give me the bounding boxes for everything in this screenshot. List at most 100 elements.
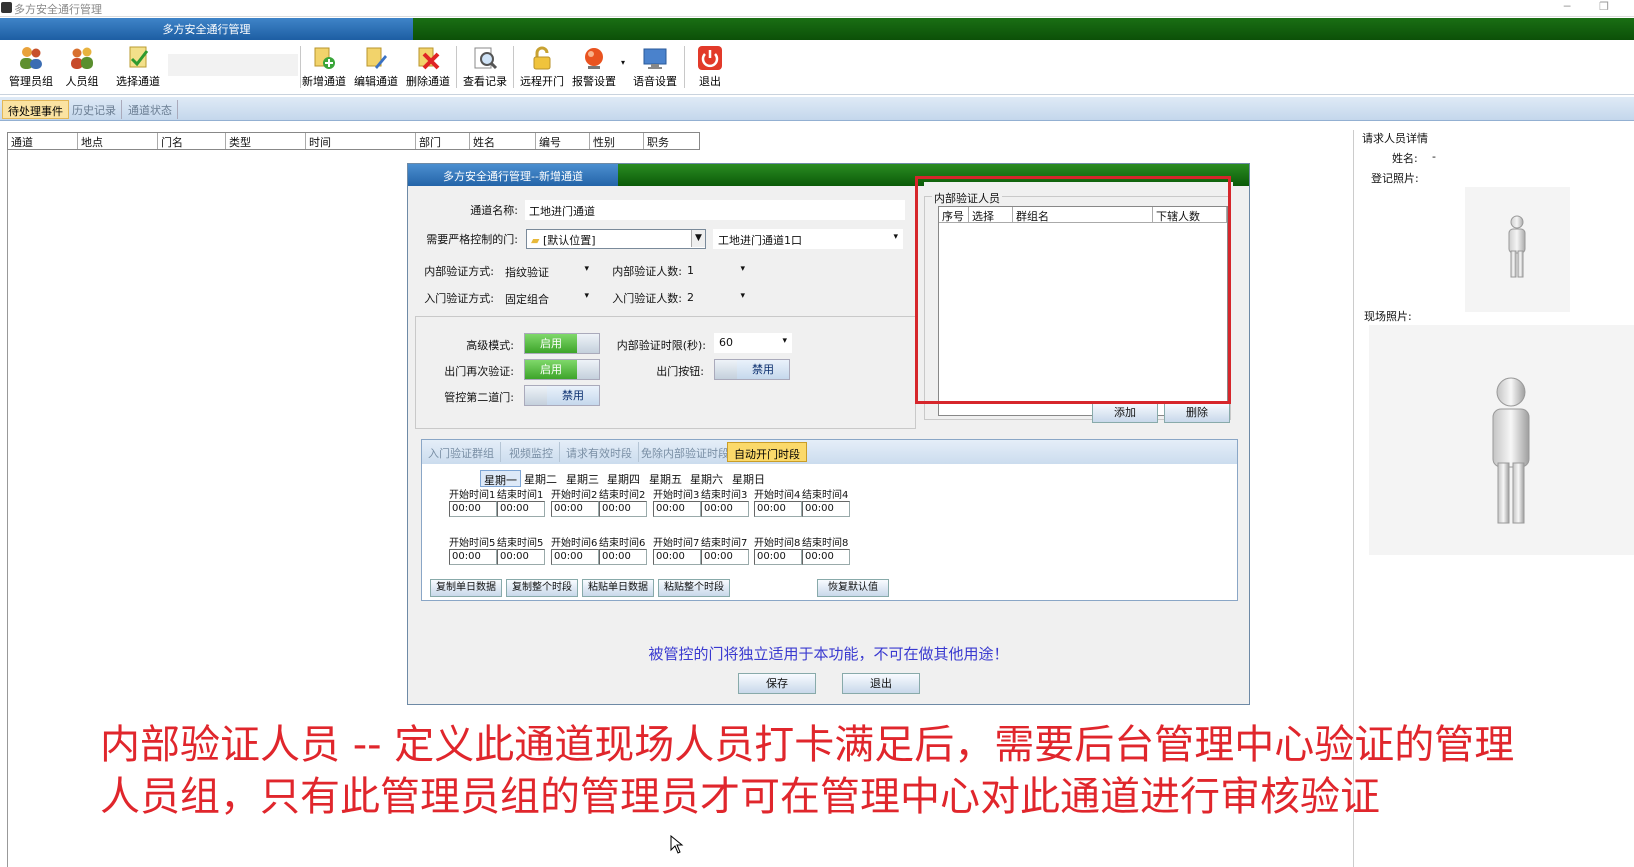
toolbar-alarm-settings-button[interactable]: 报警设置 xyxy=(567,42,621,92)
door-location-select[interactable]: ▰ [默认位置] ▼ xyxy=(526,229,706,249)
time-input[interactable]: 00:00 xyxy=(754,549,802,565)
voice-settings-icon xyxy=(643,48,667,69)
entry-method-select[interactable]: 固定组合 ▾ xyxy=(500,288,594,308)
toggle-state: 禁用 xyxy=(737,360,789,379)
delete-verifier-button[interactable]: 删除 xyxy=(1164,402,1230,423)
time-label: 结束时间1 xyxy=(497,490,544,501)
column-header[interactable]: 性别 xyxy=(590,133,644,149)
restore-icon[interactable]: ❐ xyxy=(1595,0,1613,15)
time-input[interactable]: 00:00 xyxy=(802,501,850,517)
restore-default-button[interactable]: 恢复默认值 xyxy=(817,579,889,597)
paste-day-button[interactable]: 粘贴单日数据 xyxy=(582,579,654,597)
mouse-cursor-icon xyxy=(670,835,684,854)
tab-entry-verify-groups[interactable]: 入门验证群组 xyxy=(422,442,501,462)
time-input[interactable]: 00:00 xyxy=(449,501,497,517)
paste-all-button[interactable]: 粘贴整个时段 xyxy=(658,579,730,597)
internal-timeout-select[interactable]: 60 ▾ xyxy=(714,333,792,353)
time-input[interactable]: 00:00 xyxy=(551,501,599,517)
column-header[interactable]: 职务 xyxy=(644,133,699,149)
toolbar-edit-channel-button[interactable]: 编辑通道 xyxy=(349,42,403,92)
column-header[interactable]: 编号 xyxy=(536,133,590,149)
toolbar-exit-button[interactable]: 退出 xyxy=(683,42,737,92)
day-tab[interactable]: 星期日 xyxy=(729,470,768,487)
toolbar-select-channel-button[interactable]: 选择通道 xyxy=(111,42,165,92)
time-label: 结束时间7 xyxy=(701,538,748,549)
window-title: 多方安全通行管理 xyxy=(14,3,102,16)
minimize-icon[interactable]: ─ xyxy=(1558,0,1576,15)
day-tab[interactable]: 星期四 xyxy=(604,470,643,487)
toolbar-blank-area xyxy=(168,54,298,76)
internal-count-label: 内部验证人数: xyxy=(612,265,682,278)
event-grid-header: 通道 地点 门名 类型 时间 部门 姓名 编号 性别 职务 xyxy=(7,132,700,150)
door-name-select[interactable]: 工地进门通道1口 ▾ xyxy=(713,229,903,249)
time-input[interactable]: 00:00 xyxy=(653,501,701,517)
exit-dialog-button[interactable]: 退出 xyxy=(842,673,920,694)
toolbar-delete-channel-button[interactable]: 删除通道 xyxy=(401,42,455,92)
tab-video-monitor[interactable]: 视频监控 xyxy=(503,442,560,462)
toolbar-voice-settings-button[interactable]: 语音设置 xyxy=(628,42,682,92)
internal-count-select[interactable]: 1 ▾ xyxy=(682,261,750,281)
day-tab[interactable]: 星期一 xyxy=(480,470,521,487)
column-header[interactable]: 通道 xyxy=(8,133,78,149)
column-header[interactable]: 门名 xyxy=(158,133,226,149)
time-input[interactable]: 00:00 xyxy=(701,549,749,565)
column-header[interactable]: 时间 xyxy=(306,133,416,149)
save-button[interactable]: 保存 xyxy=(738,673,816,694)
time-input[interactable]: 00:00 xyxy=(497,501,545,517)
copy-day-button[interactable]: 复制单日数据 xyxy=(430,579,502,597)
day-tab[interactable]: 星期二 xyxy=(521,470,560,487)
exit-reverify-toggle[interactable]: 启用 xyxy=(524,359,600,380)
add-verifier-button[interactable]: 添加 xyxy=(1092,402,1158,423)
power-icon xyxy=(698,46,722,70)
column-header[interactable]: 类型 xyxy=(226,133,306,149)
toolbar-view-records-button[interactable]: 查看记录 xyxy=(458,42,512,92)
alarm-dropdown-arrow-icon[interactable]: ▾ xyxy=(621,58,625,67)
second-door-toggle[interactable]: 禁用 xyxy=(524,385,600,406)
time-input[interactable]: 00:00 xyxy=(599,501,647,517)
day-tab[interactable]: 星期三 xyxy=(563,470,602,487)
toolbar-remote-open-button[interactable]: 远程开门 xyxy=(515,42,569,92)
column-header[interactable]: 部门 xyxy=(416,133,470,149)
time-input[interactable]: 00:00 xyxy=(449,549,497,565)
time-input[interactable]: 00:00 xyxy=(551,549,599,565)
tab-request-valid-periods[interactable]: 请求有效时段 xyxy=(560,442,639,462)
toggle-state: 启用 xyxy=(525,334,577,353)
notice-text: 被管控的门将独立适用于本功能，不可在做其他用途！ xyxy=(648,645,1009,663)
add-channel-dialog: 多方安全通行管理--新增通道 通道名称: 工地进门通道 需要严格控制的门: ▰ … xyxy=(407,163,1250,705)
person-silhouette-icon xyxy=(1492,377,1530,524)
advanced-mode-label: 高级模式: xyxy=(466,339,514,352)
toolbar-people-group-button[interactable]: 人员组 xyxy=(55,42,109,92)
day-tab[interactable]: 星期六 xyxy=(687,470,726,487)
toolbar-label: 语音设置 xyxy=(633,75,677,88)
tab-channel-status[interactable]: 通道状态 xyxy=(123,100,178,119)
time-input[interactable]: 00:00 xyxy=(701,501,749,517)
column-header[interactable]: 地点 xyxy=(78,133,158,149)
time-input[interactable]: 00:00 xyxy=(802,549,850,565)
toolbar-separator xyxy=(456,46,457,88)
day-tab[interactable]: 星期五 xyxy=(646,470,685,487)
toolbar-label: 编辑通道 xyxy=(354,75,398,88)
tab-auto-open-periods[interactable]: 自动开门时段 xyxy=(727,442,807,462)
time-input[interactable]: 00:00 xyxy=(754,501,802,517)
time-input[interactable]: 00:00 xyxy=(599,549,647,565)
toolbar-add-channel-button[interactable]: 新增通道 xyxy=(297,42,351,92)
tab-exempt-internal-periods[interactable]: 免除内部验证时段 xyxy=(635,442,736,462)
time-input[interactable]: 00:00 xyxy=(653,549,701,565)
toolbar-admin-group-button[interactable]: 管理员组 xyxy=(4,42,58,92)
exit-button-toggle[interactable]: 禁用 xyxy=(714,359,790,380)
tab-pending-events[interactable]: 待处理事件 xyxy=(2,100,69,119)
time-label: 结束时间5 xyxy=(497,538,544,549)
tab-history[interactable]: 历史记录 xyxy=(67,100,122,119)
toggle-state: 启用 xyxy=(525,360,577,379)
column-header[interactable]: 姓名 xyxy=(470,133,536,149)
time-input[interactable]: 00:00 xyxy=(497,549,545,565)
time-label: 开始时间1 xyxy=(449,490,496,501)
time-label: 结束时间4 xyxy=(802,490,849,501)
internal-method-select[interactable]: 指纹验证 ▾ xyxy=(500,261,594,281)
copy-all-button[interactable]: 复制整个时段 xyxy=(506,579,578,597)
time-label: 开始时间4 xyxy=(754,490,801,501)
advanced-mode-toggle[interactable]: 启用 xyxy=(524,333,600,354)
channel-name-input[interactable]: 工地进门通道 xyxy=(525,200,905,220)
toolbar-label: 选择通道 xyxy=(116,75,160,88)
entry-count-select[interactable]: 2 ▾ xyxy=(682,288,750,308)
